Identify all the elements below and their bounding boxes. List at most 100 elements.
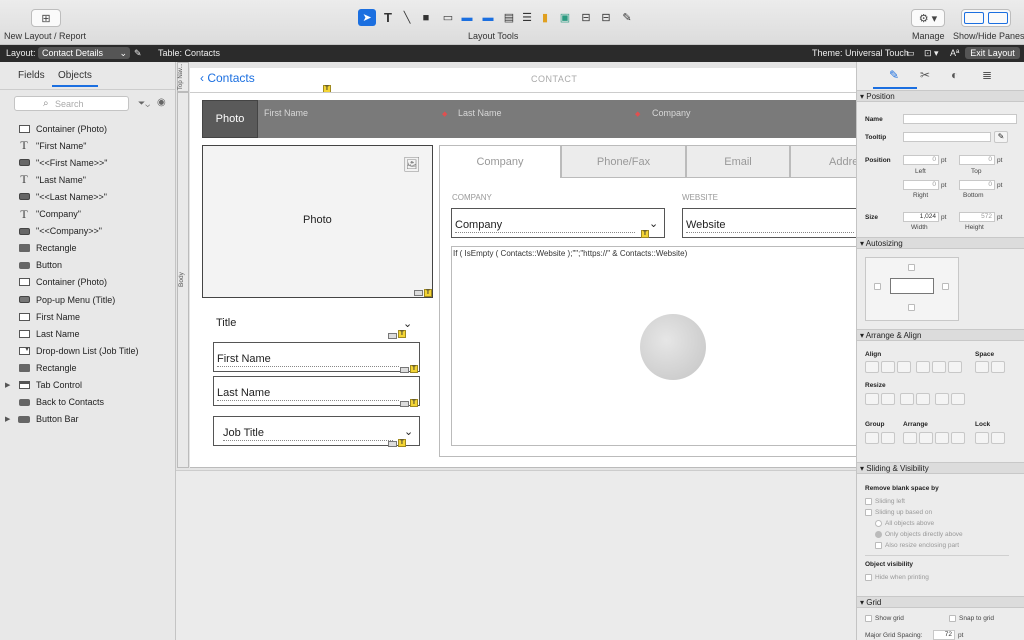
space-horizontal-icon[interactable] [975,361,989,373]
back-to-contacts-button[interactable]: ‹ Contacts [200,71,255,85]
resize-largest-height-icon[interactable] [916,393,930,405]
job-title-dropdown[interactable]: Job Title ⌄ T [213,416,420,447]
lock-icon[interactable] [975,432,989,444]
pencil-icon[interactable]: ✎ [994,131,1008,143]
right-pane-toggle-icon[interactable] [988,12,1008,24]
disclosure-triangle-icon[interactable]: ▶ [5,415,10,423]
list-item[interactable]: ▶ Button Bar [5,411,79,428]
snap-to-grid-checkbox[interactable] [949,615,956,622]
new-layout-button[interactable]: ⊞ [31,9,61,27]
field-tool-icon[interactable]: ▭ [439,9,457,26]
resize-smallest-height-icon[interactable] [900,393,914,405]
name-input[interactable] [903,114,1017,124]
list-item[interactable]: T "First Name" [18,137,86,154]
list-item[interactable]: Rectangle [18,240,77,257]
list-item[interactable]: Button [18,257,62,274]
company-field[interactable]: Company ⌄ T [451,208,665,238]
part-label-top-nav[interactable]: Top Nav... [177,62,189,92]
web-viewer-tool-icon[interactable]: ▣ [556,9,574,26]
sliding-section-header[interactable]: ▾ Sliding & Visibility [857,462,1024,474]
search-box[interactable]: ⌕ Search [14,96,129,111]
list-item[interactable]: Pop-up Menu (Title) [18,291,115,308]
anchor-right-toggle[interactable] [942,283,949,290]
tab-email[interactable]: Email [686,145,790,178]
align-middle-icon[interactable] [932,361,946,373]
height-input[interactable]: 572 [959,212,995,222]
list-item[interactable]: Last Name [18,325,80,342]
list-item[interactable]: T "Last Name" [18,171,86,188]
autosizing-widget[interactable] [865,257,959,321]
align-right-icon[interactable] [897,361,911,373]
ungroup-icon[interactable] [881,432,895,444]
sliding-left-checkbox[interactable] [865,498,872,505]
header-first-name[interactable]: First Name [264,108,308,118]
photo-container[interactable]: 🖼 Photo T [202,145,433,298]
portal-tool-icon[interactable]: ▤ [500,9,518,26]
also-resize-checkbox[interactable] [875,542,882,549]
position-section-header[interactable]: ▾ Position [857,90,1024,102]
website-field[interactable]: Website [682,208,856,238]
anchor-top-toggle[interactable] [908,264,915,271]
show-hide-panes-button[interactable] [961,9,1011,27]
resize-smallest-icon[interactable] [935,393,949,405]
group-icon[interactable] [865,432,879,444]
autosizing-section-header[interactable]: ▾ Autosizing [857,237,1024,249]
tab-fields[interactable]: Fields [18,70,45,81]
left-input[interactable]: 0 [903,155,939,165]
font-menu-icon[interactable]: Aª [950,48,959,58]
only-directly-above-radio[interactable] [875,531,882,538]
anchor-bottom-toggle[interactable] [908,304,915,311]
screen-stencil-icon[interactable]: ⊡ ▾ [924,48,939,59]
text-tool-icon[interactable]: T [379,9,397,26]
position-tab-icon[interactable]: ✎ [889,68,899,82]
popover-tool-icon[interactable]: ⊟ [577,9,595,26]
send-backward-icon[interactable] [935,432,949,444]
list-item[interactable]: T "Company" [18,206,81,223]
list-item[interactable]: "<<First Name>>" [18,154,107,171]
list-item[interactable]: First Name [18,308,80,325]
web-viewer[interactable]: If ( IsEmpty ( Contacts::Website );"";"h… [451,246,856,446]
format-painter-icon[interactable]: ✎ [618,9,636,26]
button-bar-tool-icon[interactable]: ▬ [477,9,499,26]
arrange-section-header[interactable]: ▾ Arrange & Align [857,329,1024,341]
header-company[interactable]: Company [652,108,691,118]
pointer-tool-icon[interactable]: ➤ [358,9,376,26]
data-tab-icon[interactable]: ≣ [982,68,992,82]
title-popup-label[interactable]: Title [216,317,236,329]
tab-company[interactable]: Company [439,145,561,178]
list-item[interactable]: Container (Photo) [18,120,107,137]
align-bottom-icon[interactable] [948,361,962,373]
list-item[interactable]: Rectangle [18,359,77,376]
slide-control-tool-icon[interactable]: ⊟ [597,9,615,26]
sliding-up-checkbox[interactable] [865,509,872,516]
bring-to-front-icon[interactable] [903,432,917,444]
line-tool-icon[interactable]: ╲ [398,9,416,26]
align-top-icon[interactable] [916,361,930,373]
tab-tool-icon[interactable]: ☰ [518,9,536,26]
hide-when-printing-checkbox[interactable] [865,574,872,581]
resize-largest-width-icon[interactable] [881,393,895,405]
first-name-field[interactable]: First Name T [213,342,420,373]
tooltip-input[interactable] [903,132,991,142]
eye-icon[interactable]: ◉ [157,97,166,108]
disclosure-triangle-icon[interactable]: ▶ [5,381,10,389]
send-to-back-icon[interactable] [951,432,965,444]
header-last-name[interactable]: Last Name [458,108,502,118]
manage-button[interactable]: ⚙ ▾ [911,9,945,27]
align-center-icon[interactable] [881,361,895,373]
edit-layout-name-icon[interactable]: ✎ [134,48,142,59]
part-label-body[interactable]: Body [177,92,189,468]
button-tool-icon[interactable]: ▬ [458,9,476,26]
grid-section-header[interactable]: ▾ Grid [857,596,1024,608]
last-name-field[interactable]: Last Name T [213,376,420,407]
bring-forward-icon[interactable] [919,432,933,444]
list-item[interactable]: "<<Company>>" [18,223,102,240]
chevron-down-icon[interactable]: ⌄ [403,317,412,330]
show-grid-checkbox[interactable] [865,615,872,622]
width-input[interactable]: 1,024 [903,212,939,222]
tab-phone-fax[interactable]: Phone/Fax [561,145,686,178]
exit-layout-button[interactable]: Exit Layout [965,47,1020,59]
right-input[interactable]: 0 [903,180,939,190]
resize-smallest-width-icon[interactable] [865,393,879,405]
photo-tab-button[interactable]: Photo [202,100,258,138]
